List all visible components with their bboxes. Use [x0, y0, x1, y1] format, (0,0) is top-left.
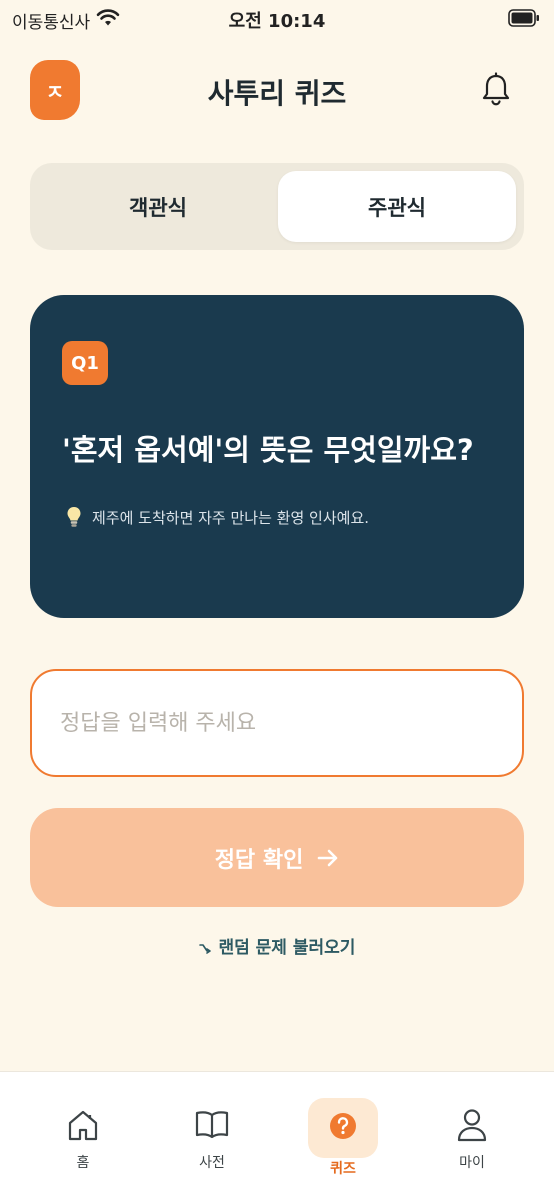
book-icon	[195, 1111, 229, 1139]
check-answer-button[interactable]: 정답 확인	[30, 808, 524, 907]
shuffle-icon	[198, 944, 211, 954]
tab-multiple-choice-label: 객관식	[129, 195, 187, 220]
nav-item-home[interactable]: 홈	[14, 1072, 152, 1201]
lightbulb-icon	[67, 507, 81, 527]
question-hint-text: 제주에 도착하면 자주 만나는 환영 인사예요.	[92, 508, 370, 527]
quiz-type-toggle: 객관식 주관식	[30, 163, 524, 250]
question-icon	[330, 1113, 356, 1139]
nav-label-my: 마이	[459, 1155, 485, 1171]
page-title: 사투리 퀴즈	[207, 77, 347, 110]
nav-label-quiz: 퀴즈	[330, 1161, 356, 1177]
question-hint: 제주에 도착하면 자주 만나는 환영 인사예요.	[66, 506, 369, 528]
question-number-badge: Q1	[62, 341, 108, 385]
random-question-label: 랜덤 문제 불러오기	[218, 938, 356, 958]
user-icon	[457, 1109, 487, 1142]
nav-item-my[interactable]: 마이	[403, 1072, 541, 1201]
answer-input[interactable]	[30, 669, 524, 777]
question-card: Q1 '혼저 옵서예'의 뜻은 무엇일까요? 제주에 도착하면 자주 만나는 환…	[30, 295, 524, 618]
home-icon	[68, 1110, 98, 1141]
nav-label-home: 홈	[76, 1155, 90, 1171]
bell-icon[interactable]	[480, 72, 512, 108]
check-answer-label: 정답 확인	[214, 847, 304, 873]
status-time: 오전 10:14	[228, 11, 326, 32]
tab-short-answer[interactable]: 주관식	[278, 171, 516, 242]
nav-item-dictionary[interactable]: 사전	[143, 1072, 281, 1201]
nav-item-quiz[interactable]: 퀴즈	[274, 1072, 412, 1201]
random-question-link[interactable]: 랜덤 문제 불러오기	[0, 933, 554, 958]
battery-icon	[508, 9, 539, 27]
nav-label-dictionary: 사전	[199, 1155, 225, 1171]
question-text: '혼저 옵서예'의 뜻은 무엇일까요?	[62, 433, 474, 467]
tab-short-answer-label: 주관식	[368, 195, 426, 220]
bottom-navigation: 홈 사전 퀴즈 마이	[0, 1071, 554, 1201]
status-bar: 이동통신사 오전 10:14	[0, 0, 554, 38]
tab-multiple-choice[interactable]: 객관식	[38, 171, 278, 242]
arrow-right-icon	[318, 849, 338, 866]
